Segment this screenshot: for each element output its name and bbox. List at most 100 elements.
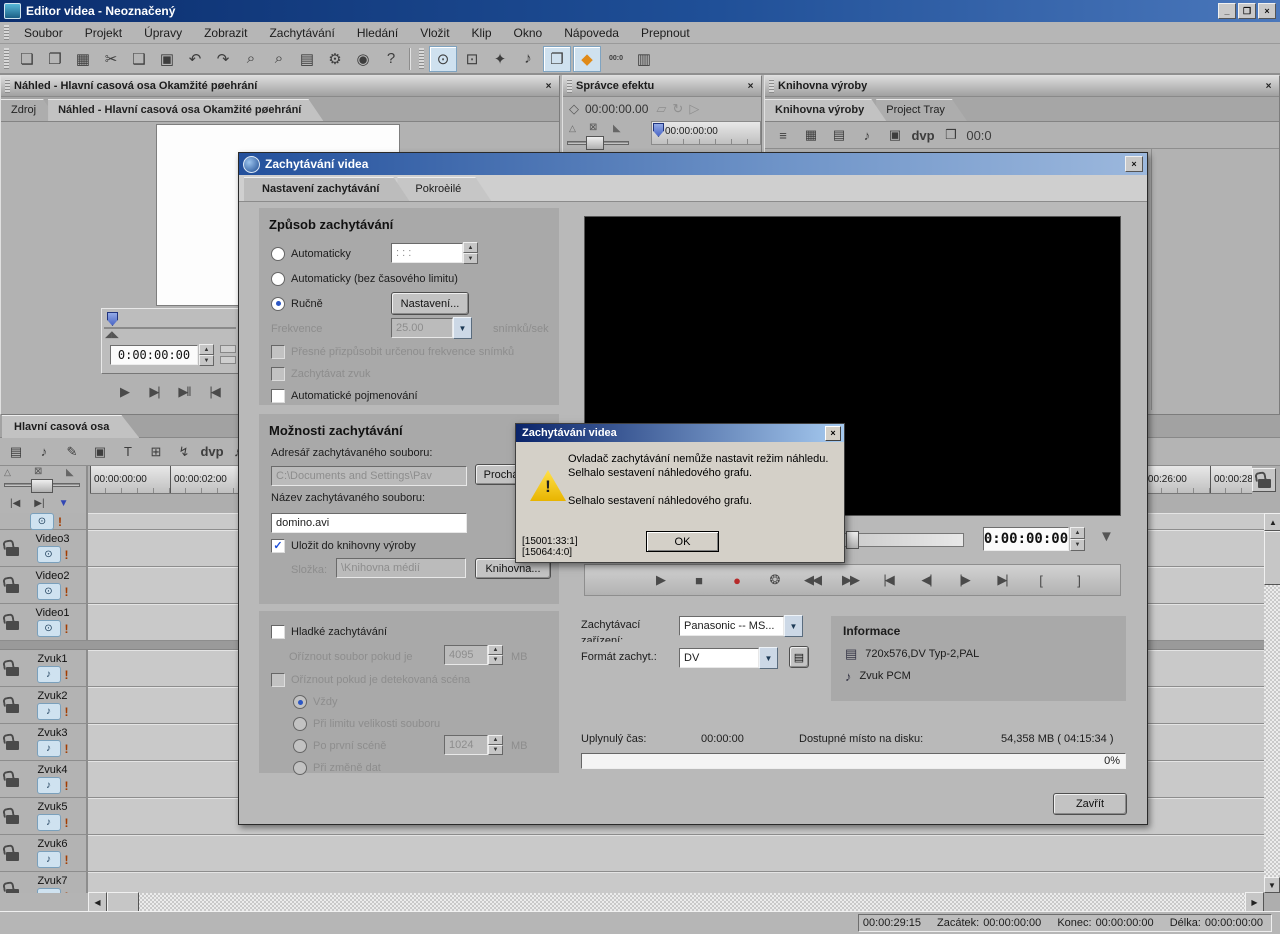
spinner-up-icon[interactable]: ▲ (199, 344, 214, 355)
menu-vlozit[interactable]: Vložit (409, 22, 460, 43)
checkbox-ulozit-do-knihovny[interactable] (271, 539, 285, 553)
radio-po-prvni[interactable] (293, 739, 307, 753)
copy-clip-icon[interactable]: ❒ (938, 123, 964, 147)
effects-zoom-slider[interactable] (567, 141, 629, 145)
zoom-out-icon[interactable]: ⌕ (238, 47, 264, 71)
spinner-up-icon[interactable]: ▲ (1070, 527, 1085, 539)
track-header[interactable]: Zvuk3 ♪ ! (0, 724, 88, 760)
radio-rucne[interactable] (271, 297, 285, 311)
go-start-icon[interactable]: |◀ (10, 498, 20, 509)
settings-icon[interactable]: ⚙ (322, 47, 348, 71)
error-dialog-close-button[interactable]: × (825, 426, 841, 441)
save-project-icon[interactable]: ▦ (70, 47, 96, 71)
preview-playhead-marker[interactable] (107, 312, 118, 326)
record-button[interactable]: ● (721, 569, 751, 591)
trim-size-spinner[interactable]: ▲ ▼ (488, 645, 503, 665)
fade-in-icon[interactable]: △ (569, 123, 576, 134)
effects-playhead-marker[interactable] (653, 123, 664, 137)
device-combo-value[interactable]: Panasonic -- MS... (679, 616, 784, 636)
adresar-input[interactable]: C:\Documents and Settings\Pav (271, 466, 467, 486)
film-roll-icon[interactable]: ▤ (294, 47, 320, 71)
checkbox-zachytavat-zvuk[interactable] (271, 367, 285, 381)
fast-forward-button[interactable]: ▶▶ (835, 569, 865, 591)
spinner-down-icon[interactable]: ▼ (199, 355, 214, 366)
timecode-icon[interactable]: 00:0 (603, 47, 629, 71)
snapshot-button[interactable]: ❂ (759, 569, 789, 591)
minimize-button[interactable]: _ (1218, 3, 1236, 19)
capture-timecode-spinner[interactable]: ▲ ▼ (1070, 527, 1085, 551)
capture-seek-icon[interactable]: ▼ (1099, 528, 1114, 545)
spinner-up-icon[interactable]: ▲ (488, 735, 503, 745)
zoom-in-icon[interactable]: ⌕ (266, 47, 292, 71)
menu-okno[interactable]: Okno (503, 22, 554, 43)
zavrit-button[interactable]: Zavřít (1053, 793, 1127, 815)
format-properties-button[interactable]: ▤ (789, 646, 809, 668)
tab-hlavni-casova-osa[interactable]: Hlavní casová osa (2, 415, 139, 438)
restore-button[interactable]: ❐ (1238, 3, 1256, 19)
loop-icon[interactable]: ↻ (672, 101, 683, 117)
track-header[interactable]: Video1 ⊙ ! (0, 604, 88, 640)
checkbox-automaticke-pojmenovani[interactable] (271, 389, 285, 403)
scroll-right-icon[interactable]: ▶ (1245, 892, 1264, 912)
paste-icon[interactable]: ▣ (154, 47, 180, 71)
capture-timecode[interactable]: 0:00:00:00 (983, 527, 1069, 551)
add-audio-icon[interactable]: ♪ (854, 123, 880, 147)
timeline-vscrollbar[interactable]: ▲ ▼ (1264, 513, 1280, 893)
spinner-down-icon[interactable]: ▼ (488, 745, 503, 755)
menu-projekt[interactable]: Projekt (74, 22, 133, 43)
track-lock-icon[interactable] (6, 547, 19, 556)
first-scene-spinner[interactable]: ▲ ▼ (488, 735, 503, 755)
device-dropdown-icon[interactable]: ▼ (784, 615, 803, 637)
track-header[interactable]: Zvuk5 ♪ ! (0, 798, 88, 834)
tab-knihovna-vyroby[interactable]: Knihovna výroby (765, 99, 886, 121)
frekvence-dropdown-icon[interactable]: ▼ (453, 317, 472, 339)
track-row[interactable]: Zvuk7 ♪ ! (0, 872, 1264, 893)
track-audio-button[interactable]: ♪ (37, 851, 61, 868)
play-small-icon[interactable]: ▷ (689, 101, 699, 117)
spinner-up-icon[interactable]: ▲ (463, 242, 478, 253)
track-lock-icon[interactable] (6, 815, 19, 824)
radio-automaticky[interactable] (271, 247, 285, 261)
checkbox-hladke[interactable] (271, 625, 285, 639)
effects-panel-close-icon[interactable]: × (743, 79, 758, 93)
track-audio-button[interactable]: ♪ (37, 666, 61, 683)
timeline-zoom-slider[interactable] (4, 483, 80, 487)
undo-icon[interactable]: ↶ (182, 47, 208, 71)
track-lock-icon[interactable] (6, 741, 19, 750)
menu-zachytavani[interactable]: Zachytávání (258, 22, 345, 43)
add-dvp-icon[interactable]: dvp (910, 123, 936, 147)
rewind-button[interactable]: ◀◀ (797, 569, 827, 591)
scroll-up-icon[interactable]: ▲ (1264, 513, 1280, 531)
preview-scrub-line[interactable] (104, 327, 236, 329)
tab-nahled[interactable]: Náhled - Hlavní casová osa Okamžité pøeh… (48, 99, 323, 121)
checkbox-oriznut-scena[interactable] (271, 673, 285, 687)
fade-in-icon[interactable]: △ (4, 467, 11, 478)
radio-pri-limitu[interactable] (293, 717, 307, 731)
wizard-wand-icon[interactable]: ✦ (487, 47, 513, 71)
trim-size-field[interactable]: 4095 (444, 645, 488, 665)
nazev-input[interactable]: domino.avi (271, 513, 467, 533)
format-combo-value[interactable]: DV (679, 648, 759, 668)
track-visibility-button[interactable]: ⊙ (37, 620, 61, 637)
ok-button[interactable]: OK (646, 531, 719, 552)
radio-vzdy[interactable] (293, 695, 307, 709)
first-scene-size-field[interactable]: 1024 (444, 735, 488, 755)
timeline-zoom-thumb[interactable] (31, 479, 53, 493)
track-header[interactable]: Zvuk6 ♪ ! (0, 835, 88, 871)
add-narration-icon[interactable]: ✎ (59, 440, 85, 464)
track-row[interactable]: Zvuk6 ♪ ! (0, 835, 1264, 872)
timeline-lock-button[interactable] (1252, 468, 1276, 492)
go-start-button[interactable]: |◀ (199, 381, 229, 403)
add-image-icon[interactable]: ▣ (87, 440, 113, 464)
play-in-out-button[interactable]: ▶| (139, 381, 169, 403)
add-video-track-icon[interactable]: ▤ (3, 440, 29, 464)
library-panel-close-icon[interactable]: × (1261, 79, 1276, 93)
track-visibility-button[interactable]: ⊙ (37, 546, 61, 563)
menu-prepnout[interactable]: Prepnout (630, 22, 701, 43)
track-lane[interactable] (88, 835, 1264, 871)
menu-klip[interactable]: Klip (461, 22, 503, 43)
scroll-left-icon[interactable]: ◀ (88, 892, 107, 912)
auto-time-field[interactable]: : : : (391, 243, 463, 263)
go-end-button[interactable]: ▶| (987, 569, 1017, 591)
track-visibility-button[interactable]: ⊙ (37, 583, 61, 600)
